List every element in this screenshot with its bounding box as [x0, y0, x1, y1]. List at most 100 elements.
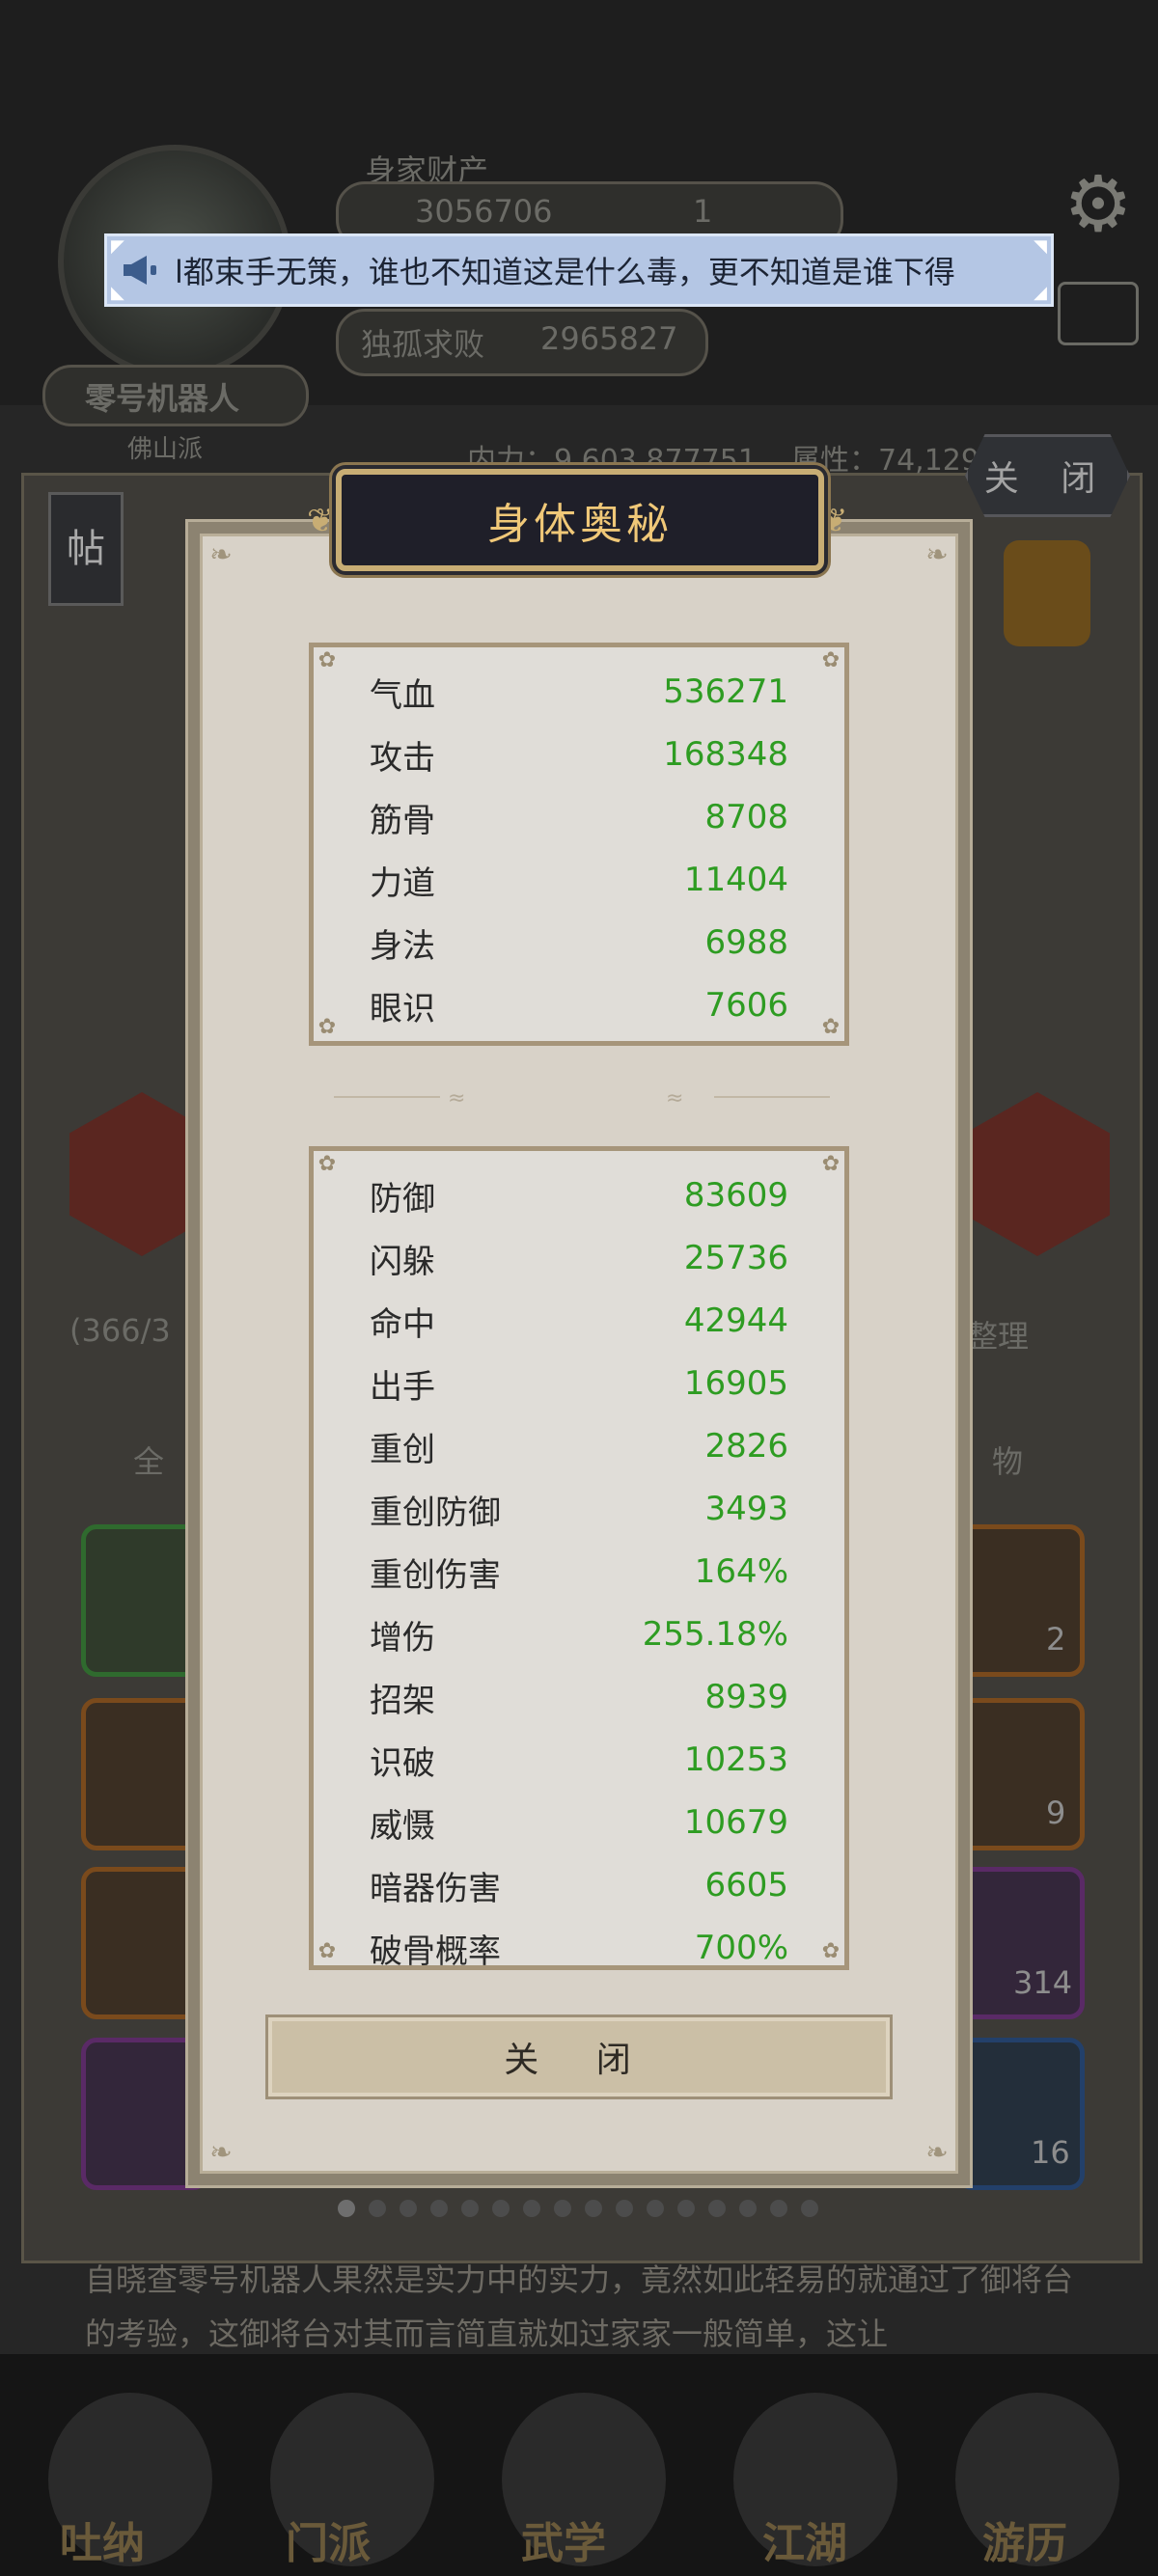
stat-row: 破骨概率 700%: [370, 1919, 788, 1970]
stat-row-bone: 筋骨 8708: [370, 788, 788, 846]
sect-name: 佛山派: [127, 435, 204, 464]
corner-ornament: ◥: [1034, 236, 1047, 257]
corner-ornament: ✿: [317, 1152, 337, 1176]
secondary-stats-panel[interactable]: ✿ ✿ ✿ ✿ 防御 83609 闪躲 25736 命中 42944 出手 16…: [309, 1146, 849, 1970]
page-dot[interactable]: [461, 2200, 479, 2217]
arena-score: 2965827: [540, 320, 678, 357]
tab-all[interactable]: 全: [133, 1438, 164, 1482]
corner-ornament: ✿: [317, 1015, 337, 1039]
dialog-title-plate: 身体奥秘: [336, 469, 824, 571]
stat-value: 6988: [704, 923, 788, 962]
stat-value: 10679: [683, 1803, 788, 1842]
tab-item[interactable]: 物: [992, 1438, 1023, 1482]
top-close-button[interactable]: 关 闭: [965, 434, 1130, 517]
page-dot[interactable]: [647, 2200, 664, 2217]
stat-label: 闪躲: [370, 1242, 435, 1281]
invite-card-icon[interactable]: 帖: [48, 492, 124, 606]
story-text: 自晓查零号机器人果然是实力中的实力，竟然如此轻易的就通过了御将台的考验，这御将台…: [85, 2261, 1074, 2352]
page-dot[interactable]: [770, 2200, 787, 2217]
stat-row: 暗器伤害 6605: [370, 1856, 788, 1914]
stat-label: 识破: [370, 1743, 435, 1783]
mail-icon[interactable]: [1058, 282, 1139, 345]
page-dot[interactable]: [523, 2200, 540, 2217]
page-dot[interactable]: [801, 2200, 818, 2217]
stat-row-attack: 攻击 168348: [370, 726, 788, 783]
stat-label: 攻击: [370, 738, 435, 778]
marquee-text: l都束手无策，谁也不知道这是什么毒，更不知道是谁下得: [175, 254, 955, 290]
slot-count: 9: [1046, 1795, 1066, 1831]
stat-label: 重创伤害: [370, 1555, 501, 1595]
stat-value: 25736: [683, 1239, 788, 1277]
page-indicator: [338, 2200, 818, 2217]
stat-label: 增伤: [370, 1618, 435, 1658]
stat-label: 命中: [370, 1304, 435, 1344]
page-dot[interactable]: [554, 2200, 571, 2217]
dialog-title: 身体奥秘: [487, 500, 673, 549]
stat-row: 威慑 10679: [370, 1794, 788, 1851]
stat-row: 重创防御 3493: [370, 1480, 788, 1538]
stat-row-strength: 力道 11404: [370, 851, 788, 909]
stat-label: 出手: [370, 1367, 435, 1407]
page-dot[interactable]: [616, 2200, 633, 2217]
stat-value: 700%: [694, 1929, 788, 1967]
inventory-count: (366/3: [69, 1312, 171, 1349]
charm-icon[interactable]: [1004, 540, 1090, 646]
gear-icon[interactable]: ⚙: [1058, 164, 1139, 245]
page-dot[interactable]: [708, 2200, 726, 2217]
stat-label: 力道: [370, 863, 435, 903]
page-dot[interactable]: [677, 2200, 695, 2217]
corner-ornament: ❧: [925, 538, 949, 570]
stat-row: 招架 8939: [370, 1668, 788, 1726]
stat-label: 破骨概率: [370, 1932, 501, 1970]
stat-value: 11404: [683, 861, 788, 899]
page-dot[interactable]: [739, 2200, 757, 2217]
page-dot[interactable]: [492, 2200, 510, 2217]
page-dot[interactable]: [585, 2200, 602, 2217]
stat-label: 身法: [370, 926, 435, 966]
nav-label: 武学: [521, 2519, 606, 2568]
stat-value: 42944: [683, 1302, 788, 1340]
page-dot[interactable]: [338, 2200, 355, 2217]
player-name: 零号机器人: [85, 380, 240, 417]
stat-label: 重创防御: [370, 1493, 501, 1532]
stat-value: 10253: [683, 1740, 788, 1779]
stat-row: 识破 10253: [370, 1731, 788, 1789]
corner-ornament: ✿: [317, 648, 337, 672]
stat-value: 83609: [683, 1176, 788, 1215]
divider-ornament: ≈: [448, 1086, 466, 1110]
title-flourish: ❦: [307, 502, 335, 540]
stat-row-insight: 眼识 7606: [370, 976, 788, 1034]
stat-row-agility: 身法 6988: [370, 914, 788, 972]
stat-value: 7606: [704, 986, 788, 1025]
stat-row-hp: 气血 536271: [370, 663, 788, 721]
stat-label: 威慑: [370, 1806, 435, 1846]
corner-ornament: ❧: [209, 2136, 233, 2168]
organize-button[interactable]: 整理: [967, 1312, 1029, 1357]
divider-ornament: ≈: [666, 1086, 684, 1110]
slot-count: 16: [1031, 2134, 1070, 2171]
stat-label: 筋骨: [370, 801, 435, 840]
nav-label: 江湖: [762, 2519, 847, 2568]
corner-ornament: ❧: [209, 538, 233, 570]
page-dot[interactable]: [430, 2200, 448, 2217]
stat-value: 16905: [683, 1364, 788, 1403]
slot-count: 314: [1013, 1964, 1073, 2001]
divider: [714, 1096, 830, 1098]
corner-ornament: ✿: [821, 1015, 841, 1039]
stat-value: 536271: [663, 672, 788, 711]
announcement-marquee: l都束手无策，谁也不知道这是什么毒，更不知道是谁下得 ◤ ◥ ◣ ◢: [104, 233, 1054, 307]
corner-ornament: ◢: [1034, 283, 1047, 303]
stat-label: 气血: [370, 675, 435, 715]
coin-count: 3056706: [415, 193, 553, 230]
corner-ornament: ◣: [111, 283, 124, 303]
page-dot[interactable]: [400, 2200, 417, 2217]
close-button[interactable]: 关 闭: [265, 2014, 893, 2099]
stat-value: 8708: [704, 798, 788, 836]
slot-count: 2: [1046, 1621, 1066, 1658]
corner-ornament: ✿: [821, 1152, 841, 1176]
nav-label: 吐纳: [60, 2519, 145, 2568]
page-dot[interactable]: [369, 2200, 386, 2217]
stat-row: 命中 42944: [370, 1292, 788, 1350]
stat-label: 防御: [370, 1179, 435, 1219]
nav-label: 游历: [982, 2519, 1067, 2568]
